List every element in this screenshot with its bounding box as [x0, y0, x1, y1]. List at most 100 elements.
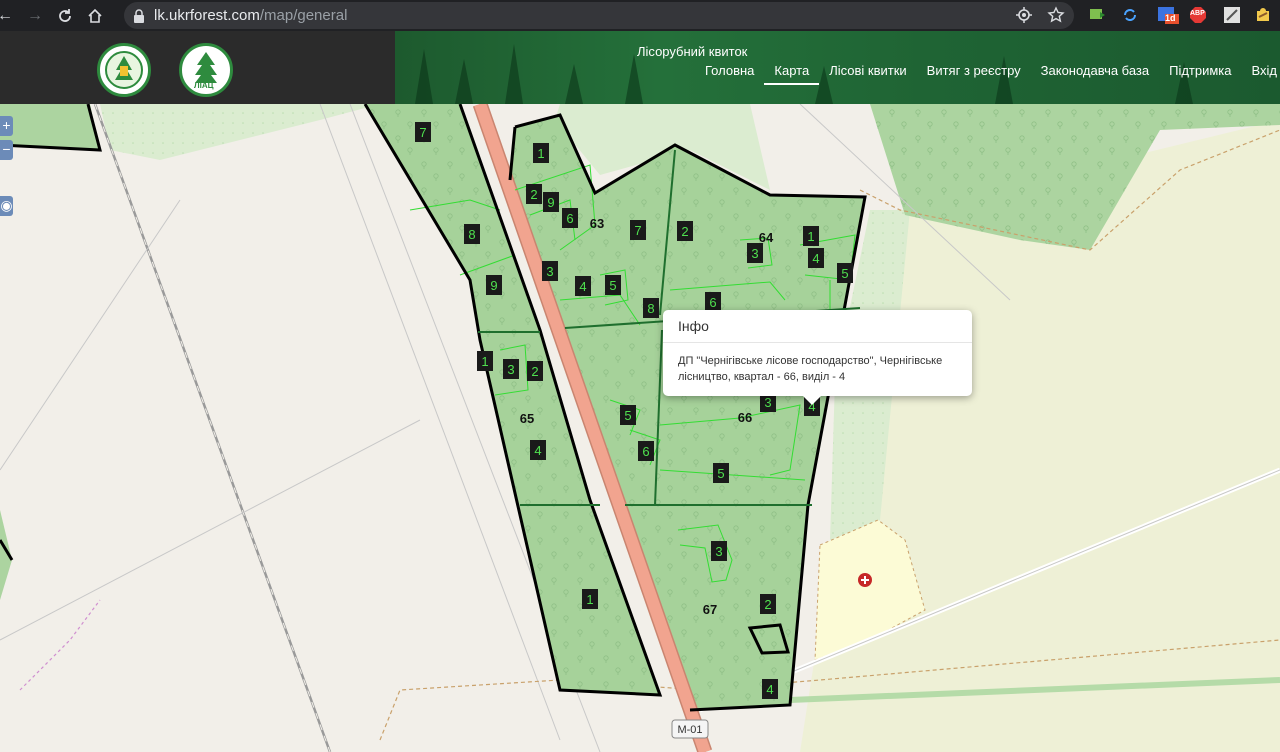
plot-label-text: 9 [547, 195, 554, 210]
plot-label-text: 3 [546, 264, 553, 279]
plot-label-30[interactable]: 1 [582, 589, 598, 609]
adblock-label: ABP [1190, 10, 1205, 17]
road-label: M-01 [677, 724, 702, 736]
reload-icon[interactable] [50, 0, 80, 31]
quarter-label-65[interactable]: 65 [520, 411, 534, 426]
plot-label-15[interactable]: 5 [837, 263, 853, 283]
plot-label-text: 7 [634, 223, 641, 238]
plot-label-text: 6 [709, 295, 716, 310]
plot-label-text: 2 [530, 187, 537, 202]
plot-label-1[interactable]: 7 [415, 122, 431, 142]
home-icon[interactable] [80, 0, 110, 31]
map-svg[interactable]: M-01 63 64 65 66 67 712967 2 134 5834586913… [0, 104, 1280, 752]
browser-toolbar: ← → lk.ukrforest.com/map/general 1d ABP [0, 0, 1280, 31]
main-nav: Головна Карта Лісові квитки Витяг з реєс… [695, 63, 1280, 85]
extension-puzzle-icon[interactable] [1254, 5, 1274, 25]
liac-logo-text: ЛІАЦ [194, 81, 214, 90]
plot-label-text: 4 [812, 251, 819, 266]
zoom-out-button[interactable]: − [0, 140, 13, 160]
nav-forest-tickets[interactable]: Лісові квитки [819, 63, 916, 85]
nav-home[interactable]: Головна [695, 63, 764, 85]
extension-badge: 1d [1165, 13, 1176, 23]
plot-label-text: 4 [766, 682, 773, 697]
zoom-in-button[interactable]: + [0, 116, 13, 136]
plot-label-text: 3 [715, 544, 722, 559]
plot-label-29[interactable]: 2 [760, 594, 776, 614]
plot-label-26[interactable]: 6 [638, 441, 654, 461]
plot-label-10[interactable]: 4 [575, 276, 591, 296]
plot-label-7[interactable]: 2 [677, 221, 693, 241]
url-text: lk.ukrforest.com/map/general [154, 7, 347, 24]
plot-label-text: 2 [764, 597, 771, 612]
back-arrow-icon[interactable]: ← [0, 0, 20, 31]
plot-label-text: 6 [566, 211, 573, 226]
extension-pen-icon[interactable] [1222, 5, 1242, 25]
plot-label-3[interactable]: 2 [526, 184, 542, 204]
location-target-icon[interactable] [1014, 5, 1034, 25]
nav-legislation[interactable]: Законодавча база [1031, 63, 1159, 85]
plot-label-8[interactable]: 1 [803, 226, 819, 246]
plot-label-31[interactable]: 4 [762, 679, 778, 699]
url-path: /map/general [259, 7, 348, 24]
plot-label-21[interactable]: 2 [527, 361, 543, 381]
plot-label-23[interactable]: 5 [620, 405, 636, 425]
layers-toggle-icon[interactable]: ◉ [0, 196, 13, 216]
quarter-label-66[interactable]: 66 [738, 410, 752, 425]
nav-registry-extract[interactable]: Витяг з реєстру [917, 63, 1031, 85]
plot-label-11[interactable]: 5 [605, 275, 621, 295]
plot-label-27[interactable]: 5 [713, 463, 729, 483]
site-title: Лісорубний квиток [637, 44, 748, 59]
popup-pointer [803, 396, 821, 405]
extension-sync-icon[interactable] [1120, 5, 1140, 25]
plot-label-17[interactable]: 6 [705, 292, 721, 312]
plot-label-20[interactable]: 3 [503, 359, 519, 379]
plot-label-19[interactable]: 1 [477, 351, 493, 371]
plot-label-text: 4 [534, 443, 541, 458]
plot-label-text: 3 [751, 246, 758, 261]
plot-label-4[interactable]: 9 [543, 192, 559, 212]
plot-label-text: 5 [717, 466, 724, 481]
popup-text: ДП "Чернігівське лісове господарство", Ч… [678, 355, 943, 383]
plot-label-text: 8 [647, 301, 654, 316]
plot-label-28[interactable]: 3 [711, 541, 727, 561]
plot-label-text: 7 [419, 125, 426, 140]
url-domain: lk.ukrforest.com [154, 7, 260, 24]
plot-label-text: 1 [481, 354, 488, 369]
quarter-label-63[interactable]: 63 [590, 216, 604, 231]
bookmark-star-icon[interactable] [1046, 5, 1066, 25]
info-popup: Інфо ДП "Чернігівське лісове господарств… [663, 310, 972, 405]
plot-label-text: 4 [579, 279, 586, 294]
plot-label-text: 3 [764, 395, 771, 410]
plot-label-13[interactable]: 3 [542, 261, 558, 281]
lock-icon [124, 8, 154, 23]
quarter-label-64[interactable]: 64 [759, 230, 774, 245]
plot-label-text: 3 [507, 362, 514, 377]
quarter-label-67[interactable]: 67 [703, 602, 717, 617]
map-canvas[interactable]: M-01 63 64 65 66 67 71296721345834586913… [0, 104, 1280, 752]
forward-arrow-icon[interactable]: → [20, 0, 50, 31]
nav-support[interactable]: Підтримка [1159, 63, 1241, 85]
plot-label-12[interactable]: 8 [643, 298, 659, 318]
nav-login[interactable]: Вхід [1242, 63, 1280, 85]
adblock-icon[interactable]: ABP [1188, 5, 1208, 25]
plot-label-6[interactable]: 7 [630, 220, 646, 240]
plot-label-text: 2 [531, 364, 538, 379]
nav-map[interactable]: Карта [764, 63, 820, 85]
site-header: ЛІАЦ Лісорубний квиток Головна Карта Ліс… [0, 31, 1280, 104]
plot-label-22[interactable]: 4 [530, 440, 546, 460]
plot-label-9[interactable]: 3 [747, 243, 763, 263]
extension-calendar-icon[interactable]: 1d [1155, 5, 1181, 25]
plot-label-18[interactable]: 9 [486, 275, 502, 295]
plot-label-text: 1 [586, 592, 593, 607]
extension-tree-icon[interactable] [1088, 5, 1108, 25]
plot-label-5[interactable]: 6 [562, 208, 578, 228]
plot-label-2[interactable]: 1 [533, 143, 549, 163]
liac-logo[interactable]: ЛІАЦ [179, 43, 233, 97]
forestry-agency-logo[interactable] [97, 43, 151, 97]
plot-label-14[interactable]: 4 [808, 248, 824, 268]
plot-label-text: 8 [468, 227, 475, 242]
plot-label-text: 9 [490, 278, 497, 293]
address-bar[interactable]: lk.ukrforest.com/map/general [124, 2, 1074, 29]
plot-label-16[interactable]: 8 [464, 224, 480, 244]
plot-label-text: 5 [841, 266, 848, 281]
